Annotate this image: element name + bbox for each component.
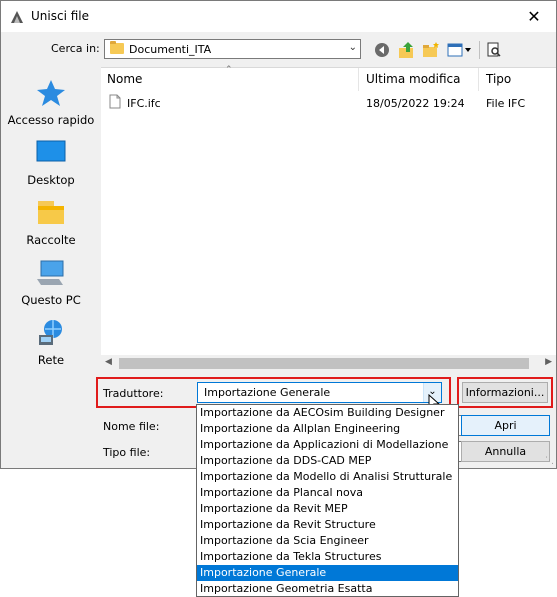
file-name: IFC.ifc bbox=[127, 97, 161, 110]
dropdown-option[interactable]: Importazione da Modello di Analisi Strut… bbox=[197, 469, 458, 485]
back-icon[interactable] bbox=[373, 41, 391, 59]
file-list[interactable]: ⌃ Nome Ultima modifica Tipo IFC.ifc 18/0… bbox=[101, 65, 556, 371]
horizontal-scrollbar[interactable]: ◀ ▶ bbox=[101, 355, 556, 372]
translator-value: Importazione Generale bbox=[204, 386, 331, 399]
look-in-combo[interactable]: Documenti_ITA ⌄ bbox=[104, 39, 361, 59]
unisci-file-dialog: Unisci file ✕ Cerca in: Documenti_ITA ⌄ … bbox=[0, 0, 557, 469]
app-icon bbox=[11, 11, 23, 23]
dropdown-option[interactable]: Importazione da Plancal nova bbox=[197, 485, 458, 501]
translator-label: Traduttore: bbox=[103, 387, 164, 400]
look-in-value: Documenti_ITA bbox=[129, 43, 212, 56]
filetype-label: Tipo file: bbox=[103, 446, 151, 459]
title-bar: Unisci file ✕ bbox=[1, 1, 556, 32]
places-bar: Accesso rapido Desktop Raccolte Questo P… bbox=[1, 67, 101, 369]
sidebar-item-libraries[interactable]: Raccolte bbox=[1, 199, 101, 259]
up-folder-icon[interactable] bbox=[397, 41, 417, 59]
column-header-type[interactable]: Tipo bbox=[486, 68, 511, 91]
dropdown-option[interactable]: Importazione da AECOsim Building Designe… bbox=[197, 405, 458, 421]
network-icon bbox=[39, 320, 62, 345]
filename-label: Nome file: bbox=[103, 420, 160, 433]
scrollbar-thumb[interactable] bbox=[119, 358, 529, 369]
close-icon: ✕ bbox=[527, 7, 541, 26]
close-button[interactable]: ✕ bbox=[512, 1, 556, 32]
sidebar-item-network[interactable]: Rete bbox=[1, 319, 101, 379]
dropdown-option[interactable]: Importazione da Revit Structure bbox=[197, 517, 458, 533]
sidebar-item-label: Desktop bbox=[27, 173, 75, 187]
look-in-label: Cerca in: bbox=[51, 42, 100, 55]
info-button[interactable]: Informazioni... bbox=[462, 382, 548, 403]
dropdown-option[interactable]: Importazione da Tekla Structures bbox=[197, 549, 458, 565]
folder-icon bbox=[110, 41, 124, 54]
column-divider[interactable] bbox=[358, 68, 359, 91]
sidebar-item-quick-access[interactable]: Accesso rapido bbox=[1, 79, 101, 139]
window-title: Unisci file bbox=[31, 9, 89, 23]
chevron-down-icon: ⌄ bbox=[348, 42, 357, 53]
sort-ascending-icon: ⌃ bbox=[225, 65, 233, 75]
translator-combo[interactable]: Importazione Generale ⌄ bbox=[197, 382, 442, 403]
dropdown-option[interactable]: Importazione da Scia Engineer bbox=[197, 533, 458, 549]
file-modified: 18/05/2022 19:24 bbox=[366, 97, 465, 110]
resize-grip-icon[interactable]: ⋱ bbox=[545, 456, 554, 466]
libraries-icon bbox=[38, 201, 64, 224]
dropdown-option[interactable]: Importazione Geometria Esatta bbox=[197, 581, 458, 596]
sidebar-item-label: Raccolte bbox=[26, 233, 76, 247]
toolbar-separator bbox=[479, 41, 480, 59]
scroll-left-icon[interactable]: ◀ bbox=[105, 357, 112, 367]
dropdown-option[interactable]: Importazione da Applicazioni di Modellaz… bbox=[197, 437, 458, 453]
column-header-modified[interactable]: Ultima modifica bbox=[366, 68, 461, 91]
view-menu-icon[interactable] bbox=[446, 41, 474, 59]
dropdown-option[interactable]: Importazione da DDS-CAD MEP bbox=[197, 453, 458, 469]
open-button[interactable]: Apri bbox=[461, 415, 550, 436]
dropdown-option[interactable]: Importazione da Revit MEP bbox=[197, 501, 458, 517]
file-type: File IFC bbox=[486, 97, 526, 110]
computer-icon bbox=[37, 260, 64, 285]
sidebar-item-desktop[interactable]: Desktop bbox=[1, 139, 101, 199]
translator-dropdown-list[interactable]: Importazione da AECOsim Building Designe… bbox=[196, 404, 459, 597]
sidebar-item-this-pc[interactable]: Questo PC bbox=[1, 259, 101, 319]
column-divider[interactable] bbox=[478, 68, 479, 91]
dropdown-option-selected[interactable]: Importazione Generale bbox=[197, 565, 458, 581]
star-icon bbox=[37, 80, 65, 106]
file-icon bbox=[109, 94, 121, 109]
sidebar-item-label: Questo PC bbox=[21, 293, 81, 307]
sidebar-item-label: Accesso rapido bbox=[7, 113, 95, 127]
preview-icon[interactable] bbox=[485, 41, 503, 59]
cancel-button[interactable]: Annulla bbox=[461, 441, 550, 462]
scroll-right-icon[interactable]: ▶ bbox=[545, 357, 552, 367]
sidebar-item-label: Rete bbox=[37, 353, 65, 367]
desktop-icon bbox=[36, 140, 66, 162]
column-header-name[interactable]: Nome bbox=[107, 68, 142, 91]
dropdown-option[interactable]: Importazione da Allplan Engineering bbox=[197, 421, 458, 437]
new-folder-icon[interactable] bbox=[421, 41, 441, 59]
